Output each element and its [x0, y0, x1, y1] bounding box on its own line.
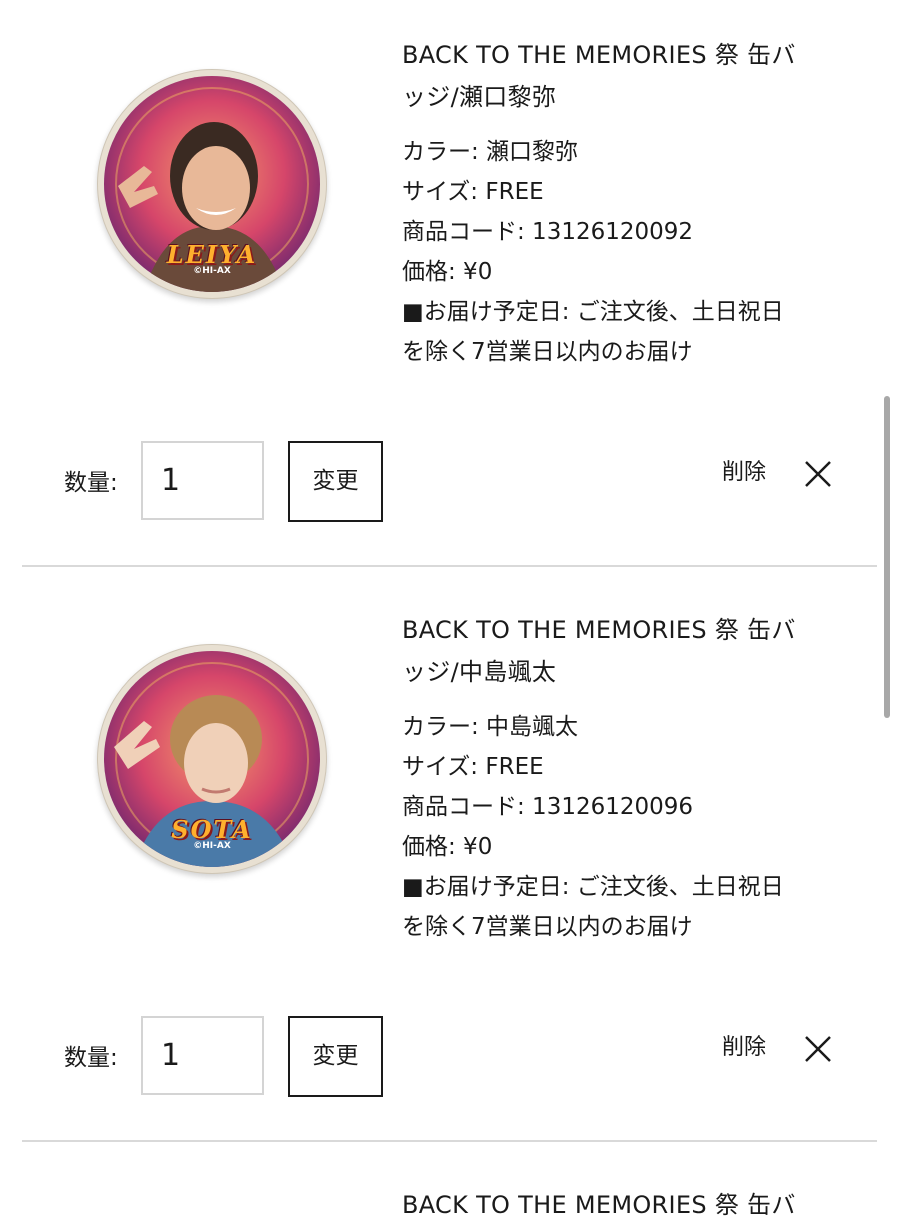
- item-divider: [22, 565, 877, 567]
- delivery-date: を除く7営業日以内のお届け: [402, 914, 693, 940]
- product-title-line[interactable]: BACK TO THE MEMORIES 祭 缶バ: [402, 609, 842, 651]
- product-image-badge[interactable]: SOTA ©HI-AX: [104, 651, 320, 867]
- delivery-date: ■お届け予定日: ご注文後、土日祝日: [402, 299, 784, 325]
- item-divider: [22, 1140, 877, 1142]
- delivery-date: ■お届け予定日: ご注文後、土日祝日: [402, 874, 784, 900]
- product-details: BACK TO THE MEMORIES 祭 缶バ ッジ/中島颯太 カラー: 中…: [402, 609, 842, 947]
- change-quantity-button[interactable]: 変更: [288, 441, 383, 522]
- product-code: 商品コード: 13126120092: [402, 219, 694, 245]
- quantity-input[interactable]: 1: [141, 1016, 264, 1095]
- product-details: BACK TO THE MEMORIES 祭 缶バ ッジ/瀬口黎弥 カラー: 瀬…: [402, 34, 842, 372]
- delete-button[interactable]: 削除: [722, 1033, 766, 1063]
- quantity-label: 数量:: [64, 1045, 118, 1071]
- product-color: カラー: 中島颯太: [402, 714, 579, 740]
- quantity-input[interactable]: 1: [141, 441, 264, 520]
- badge-copyright-text: ©HI-AX: [193, 266, 231, 276]
- quantity-label: 数量:: [64, 470, 118, 496]
- change-quantity-button[interactable]: 変更: [288, 1016, 383, 1097]
- product-title-line[interactable]: BACK TO THE MEMORIES 祭 缶バ: [402, 34, 842, 76]
- badge-name-text: SOTA: [171, 815, 253, 844]
- product-color: カラー: 瀬口黎弥: [402, 139, 579, 165]
- close-icon[interactable]: [803, 1034, 833, 1064]
- delivery-date: を除く7営業日以内のお届け: [402, 339, 693, 365]
- product-code: 商品コード: 13126120096: [402, 794, 694, 820]
- product-price: 価格: ¥0: [402, 259, 493, 285]
- product-size: サイズ: FREE: [402, 179, 544, 205]
- delete-button[interactable]: 削除: [722, 458, 766, 488]
- product-title-line[interactable]: ッジ/中島颯太: [402, 651, 842, 693]
- scrollbar[interactable]: [884, 396, 890, 718]
- badge-copyright-text: ©HI-AX: [193, 841, 231, 851]
- product-size: サイズ: FREE: [402, 754, 544, 780]
- next-item-title-partial[interactable]: BACK TO THE MEMORIES 祭 缶バ: [402, 1184, 796, 1226]
- product-title-line[interactable]: ッジ/瀬口黎弥: [402, 76, 842, 118]
- product-image-badge[interactable]: LEIYA ©HI-AX: [104, 76, 320, 292]
- badge-name-text: LEIYA: [166, 240, 258, 269]
- product-price: 価格: ¥0: [402, 834, 493, 860]
- close-icon[interactable]: [803, 459, 833, 489]
